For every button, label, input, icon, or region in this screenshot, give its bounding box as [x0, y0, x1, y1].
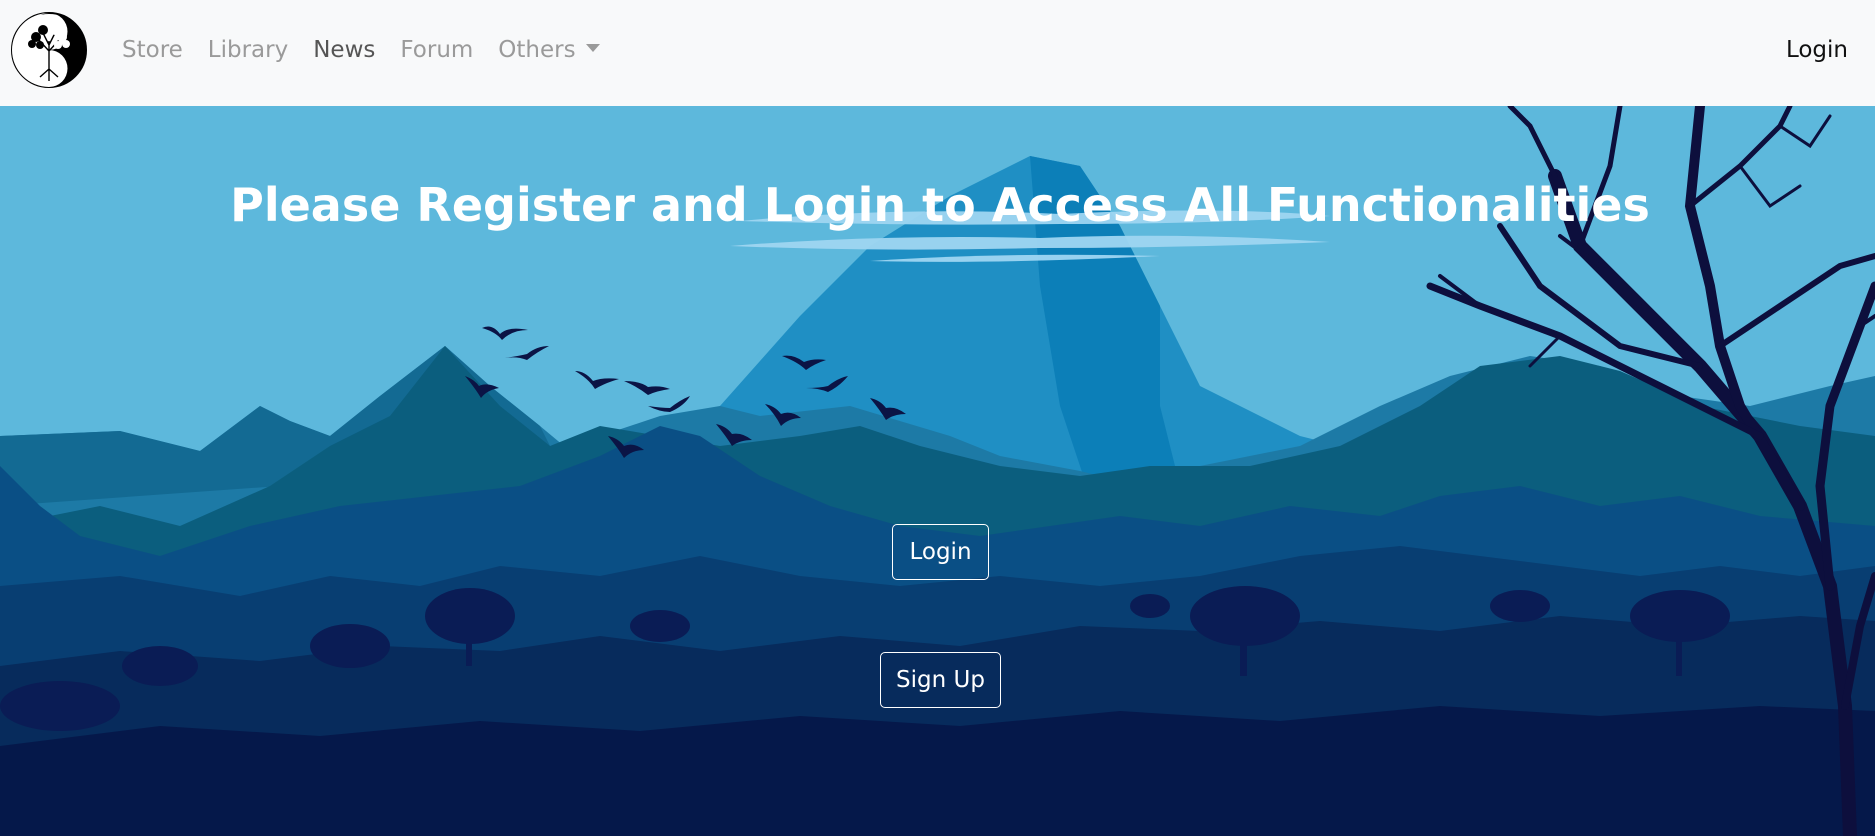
nav-dropdown-label: Others — [498, 37, 576, 63]
navbar: Store Library News Forum Others Login — [0, 0, 1875, 106]
nav-link-forum[interactable]: Forum — [400, 37, 473, 63]
caret-down-icon — [585, 43, 600, 52]
nav-link-store[interactable]: Store — [122, 37, 183, 63]
hero-headline: Please Register and Login to Access All … — [230, 178, 1650, 232]
hero-signup-button[interactable]: Sign Up — [880, 652, 1001, 708]
nav-login-link[interactable]: Login — [1786, 0, 1848, 100]
nav-links: Store Library News Forum Others — [122, 0, 625, 100]
hero-login-button[interactable]: Login — [892, 524, 989, 580]
nav-dropdown-others[interactable]: Others — [498, 37, 600, 63]
hero-banner: Please Register and Login to Access All … — [0, 106, 1875, 836]
nav-link-library[interactable]: Library — [208, 37, 288, 63]
nav-link-news[interactable]: News — [313, 37, 375, 63]
logo-icon[interactable] — [10, 11, 88, 89]
